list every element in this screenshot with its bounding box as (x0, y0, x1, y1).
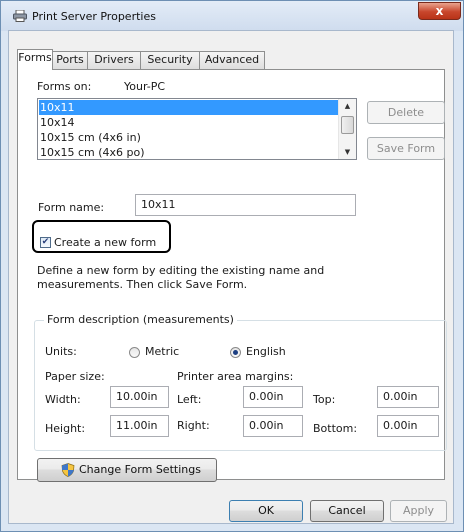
description-line-1: Define a new form by editing the existin… (37, 264, 325, 277)
english-label: English (246, 345, 286, 358)
title-bar[interactable]: Print Server Properties (1, 1, 463, 31)
window-title: Print Server Properties (32, 10, 156, 23)
forms-on-label: Forms on: (37, 80, 92, 93)
save-form-button[interactable]: Save Form (367, 137, 445, 160)
tab-label: Drivers (94, 53, 134, 66)
close-icon: x (435, 4, 444, 18)
tab-label: Forms (18, 51, 52, 64)
checkmark-icon: ✔ (41, 237, 50, 247)
forms-on-value: Your-PC (124, 80, 166, 93)
top-margin-label: Top: (313, 393, 336, 406)
height-field[interactable]: 11.00in (110, 415, 169, 437)
scroll-down-icon[interactable]: ▼ (339, 145, 356, 159)
tab-security[interactable]: Security (140, 51, 200, 69)
right-margin-field[interactable]: 0.00in (243, 415, 303, 437)
create-new-form-label: Create a new form (54, 236, 157, 249)
width-label: Width: (45, 393, 81, 406)
close-button[interactable]: x (418, 2, 461, 20)
list-item[interactable]: 10x15 cm (4x6 in) (39, 130, 340, 145)
tab-label: Advanced (204, 53, 260, 66)
width-field[interactable]: 10.00in (110, 386, 169, 408)
delete-button[interactable]: Delete (367, 101, 445, 124)
forms-listbox[interactable]: 10x11 10x14 10x15 cm (4x6 in) 10x15 cm (… (37, 98, 357, 160)
list-item[interactable]: 10x15 cm (4x6 po) (39, 145, 340, 159)
measurements-group-title: Form description (measurements) (44, 313, 237, 326)
change-form-settings-label: Change Form Settings (79, 463, 201, 476)
form-name-field[interactable]: 10x11 (135, 194, 356, 216)
height-label: Height: (45, 422, 86, 435)
cancel-button[interactable]: Cancel (310, 500, 384, 522)
tab-advanced[interactable]: Advanced (199, 51, 265, 69)
printer-icon (13, 10, 27, 22)
bottom-margin-field[interactable]: 0.00in (377, 415, 439, 437)
metric-radio[interactable] (129, 347, 140, 358)
tab-drivers[interactable]: Drivers (87, 51, 141, 69)
create-new-form-checkbox[interactable]: ✔ (40, 237, 51, 248)
scroll-up-icon[interactable]: ▲ (339, 99, 356, 113)
left-margin-label: Left: (177, 393, 202, 406)
top-margin-field[interactable]: 0.00in (377, 386, 439, 408)
tab-label: Ports (56, 53, 84, 66)
description-line-2: measurements. Then click Save Form. (37, 278, 248, 291)
paper-size-label: Paper size: (45, 370, 105, 383)
metric-label: Metric (145, 345, 180, 358)
apply-button[interactable]: Apply (390, 500, 447, 522)
tab-forms[interactable]: Forms (17, 49, 53, 70)
form-name-label: Form name: (38, 201, 105, 214)
units-label: Units: (45, 345, 77, 358)
right-margin-label: Right: (177, 419, 210, 432)
printer-margins-label: Printer area margins: (177, 370, 294, 383)
ok-button[interactable]: OK (229, 500, 303, 522)
tab-ports[interactable]: Ports (52, 51, 88, 69)
tab-label: Security (147, 53, 193, 66)
left-margin-field[interactable]: 0.00in (243, 386, 303, 408)
english-radio[interactable] (230, 347, 241, 358)
scroll-thumb[interactable] (341, 116, 354, 134)
bottom-margin-label: Bottom: (313, 422, 358, 435)
vertical-scrollbar[interactable]: ▲ ▼ (338, 99, 356, 159)
uac-shield-icon (61, 463, 75, 477)
list-item-selected[interactable]: 10x11 (39, 100, 340, 115)
list-item[interactable]: 10x14 (39, 115, 340, 130)
